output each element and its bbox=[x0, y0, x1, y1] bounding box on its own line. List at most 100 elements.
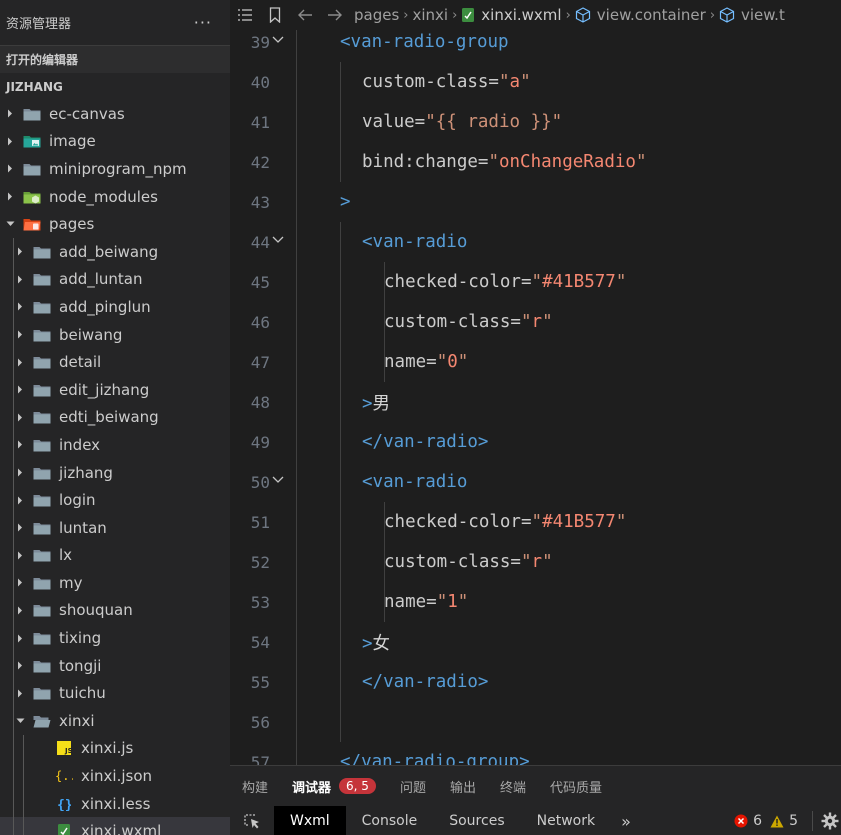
list-icon[interactable] bbox=[230, 8, 260, 22]
devtools-tabs: Wxml Console Sources Network bbox=[274, 806, 611, 835]
tree-item-jizhang[interactable]: jizhang bbox=[0, 459, 230, 487]
code-token: 0 bbox=[447, 352, 458, 372]
tree-item-login[interactable]: login bbox=[0, 486, 230, 514]
tree-item-tuichu[interactable]: tuichu bbox=[0, 679, 230, 707]
folder-icon bbox=[33, 466, 51, 480]
breadcrumb-xinxi[interactable]: xinxi bbox=[412, 6, 448, 24]
more-actions-icon[interactable]: ··· bbox=[194, 13, 212, 32]
tree-item-xinxi-js[interactable]: JS xinxi.js bbox=[0, 735, 230, 763]
code-editor[interactable]: 39 <van-radio-group 40 custom-class="a" 41 va… bbox=[230, 0, 841, 765]
tree-item-tixing[interactable]: tixing bbox=[0, 624, 230, 652]
tree-item-add-pinglun[interactable]: add_pinglun bbox=[0, 293, 230, 321]
tree-item-label: edti_beiwang bbox=[59, 408, 159, 427]
bookmark-icon[interactable] bbox=[260, 7, 290, 23]
indent-guide bbox=[296, 662, 297, 702]
panel-tab[interactable]: 代码质量 bbox=[538, 777, 614, 796]
code-line[interactable]: 49 </van-radio> bbox=[230, 422, 841, 462]
code-line[interactable]: 41 value="{{ radio }}" bbox=[230, 102, 841, 142]
devtools-tab-console[interactable]: Console bbox=[346, 806, 434, 835]
more-tabs-icon[interactable]: » bbox=[611, 812, 641, 831]
code-line[interactable]: 48 >男 bbox=[230, 382, 841, 422]
panel-tab-label: 问题 bbox=[399, 780, 426, 796]
error-count: 6 bbox=[753, 813, 763, 829]
panel-tab[interactable]: 终端 bbox=[488, 777, 538, 796]
code-line[interactable]: 40 custom-class="a" bbox=[230, 62, 841, 102]
chevron-right-icon bbox=[14, 468, 26, 477]
line-number: 46 bbox=[250, 312, 270, 332]
back-arrow-icon[interactable] bbox=[290, 8, 320, 22]
tree-item-luntan[interactable]: luntan bbox=[0, 514, 230, 542]
panel-tab[interactable]: 问题 bbox=[388, 777, 438, 796]
tree-item-image[interactable]: image bbox=[0, 128, 230, 156]
tree-item-lx[interactable]: lx bbox=[0, 542, 230, 570]
project-root[interactable]: JIZHANG bbox=[0, 73, 230, 100]
code-line[interactable]: 52 custom-class="r" bbox=[230, 542, 841, 582]
code-line[interactable]: 42 bind:change="onChangeRadio" bbox=[230, 142, 841, 182]
tree-item-edti-beiwang[interactable]: edti_beiwang bbox=[0, 404, 230, 432]
tree-item-label: node_modules bbox=[49, 187, 158, 206]
code-line[interactable]: 54 >女 bbox=[230, 622, 841, 662]
code-line[interactable]: 53 name="1" bbox=[230, 582, 841, 622]
code-line[interactable]: 45 checked-color="#41B577" bbox=[230, 262, 841, 302]
tree-item-shouquan[interactable]: shouquan bbox=[0, 597, 230, 625]
breadcrumb-view-container[interactable]: view.container bbox=[597, 6, 706, 24]
open-editors-section[interactable]: 打开的编辑器 bbox=[0, 45, 230, 73]
fold-chevron-icon[interactable] bbox=[272, 234, 284, 247]
fold-chevron-icon[interactable] bbox=[272, 474, 284, 487]
tree-item-index[interactable]: index bbox=[0, 431, 230, 459]
code-token: #41B577 bbox=[542, 272, 616, 292]
devtools-tab-sources[interactable]: Sources bbox=[433, 806, 520, 835]
code-line[interactable]: 51 checked-color="#41B577" bbox=[230, 502, 841, 542]
code-line[interactable]: 57 </van-radio-group> bbox=[230, 742, 841, 765]
code-line[interactable]: 46 custom-class="r" bbox=[230, 302, 841, 342]
code-lines[interactable]: 39 <van-radio-group 40 custom-class="a" 41 va… bbox=[230, 22, 841, 765]
code-line[interactable]: 47 name="0" bbox=[230, 342, 841, 382]
forward-arrow-icon[interactable] bbox=[320, 8, 350, 22]
breadcrumb-file[interactable]: xinxi.wxml bbox=[481, 6, 561, 24]
tree-item-edit-jizhang[interactable]: edit_jizhang bbox=[0, 376, 230, 404]
panel-tab[interactable]: 构建 bbox=[230, 777, 280, 796]
tree-item-pages[interactable]: pages bbox=[0, 210, 230, 238]
indent-guide bbox=[296, 142, 297, 182]
panel-tab[interactable]: 调试器 6, 5 bbox=[280, 777, 388, 796]
devtools-tab-wxml[interactable]: Wxml bbox=[274, 806, 346, 835]
gear-icon[interactable] bbox=[821, 812, 839, 830]
tree-item-xinxi-json[interactable]: {..} xinxi.json bbox=[0, 762, 230, 790]
fold-chevron-icon[interactable] bbox=[272, 34, 284, 47]
folder-icon bbox=[33, 272, 51, 286]
tree-item-my[interactable]: my bbox=[0, 569, 230, 597]
warning-icon[interactable] bbox=[770, 815, 784, 828]
devtools-tab-network[interactable]: Network bbox=[521, 806, 611, 835]
tree-item-detail[interactable]: detail bbox=[0, 348, 230, 376]
tree-item-add-luntan[interactable]: add_luntan bbox=[0, 266, 230, 294]
panel-tab[interactable]: 输出 bbox=[438, 777, 488, 796]
code-line[interactable]: 55 </van-radio> bbox=[230, 662, 841, 702]
divider bbox=[812, 811, 813, 831]
chevron-right-icon bbox=[14, 385, 26, 394]
tree-item-ec-canvas[interactable]: ec-canvas bbox=[0, 100, 230, 128]
code-text: checked-color="#41B577" bbox=[384, 272, 626, 292]
code-line[interactable]: 43 > bbox=[230, 182, 841, 222]
tree-item-xinxi-less[interactable]: {} xinxi.less bbox=[0, 790, 230, 818]
tree-item-node-modules[interactable]: node_modules bbox=[0, 183, 230, 211]
code-line[interactable]: 44 <van-radio bbox=[230, 222, 841, 262]
code-line[interactable]: 56 bbox=[230, 702, 841, 742]
indent-guide bbox=[296, 302, 297, 342]
inspect-element-icon[interactable] bbox=[230, 812, 274, 830]
line-number: 43 bbox=[250, 192, 270, 212]
tree-item-tongji[interactable]: tongji bbox=[0, 652, 230, 680]
tree-item-xinxi[interactable]: xinxi bbox=[0, 707, 230, 735]
folder-icon bbox=[33, 355, 51, 369]
error-icon[interactable] bbox=[734, 814, 748, 828]
breadcrumb-pages[interactable]: pages bbox=[354, 6, 399, 24]
code-line[interactable]: 50 <van-radio bbox=[230, 462, 841, 502]
tree-item-add-beiwang[interactable]: add_beiwang bbox=[0, 238, 230, 266]
devtools-status: 6 5 bbox=[734, 806, 841, 835]
breadcrumb-view-t[interactable]: view.t bbox=[741, 6, 785, 24]
tree-item-beiwang[interactable]: beiwang bbox=[0, 321, 230, 349]
cube-icon bbox=[575, 7, 591, 23]
tree-item-miniprogram-npm[interactable]: miniprogram_npm bbox=[0, 155, 230, 183]
chevron-right-icon bbox=[14, 413, 26, 422]
panel-tab-label: 代码质量 bbox=[549, 780, 602, 796]
tree-item-xinxi-wxml[interactable]: xinxi.wxml bbox=[0, 817, 230, 835]
